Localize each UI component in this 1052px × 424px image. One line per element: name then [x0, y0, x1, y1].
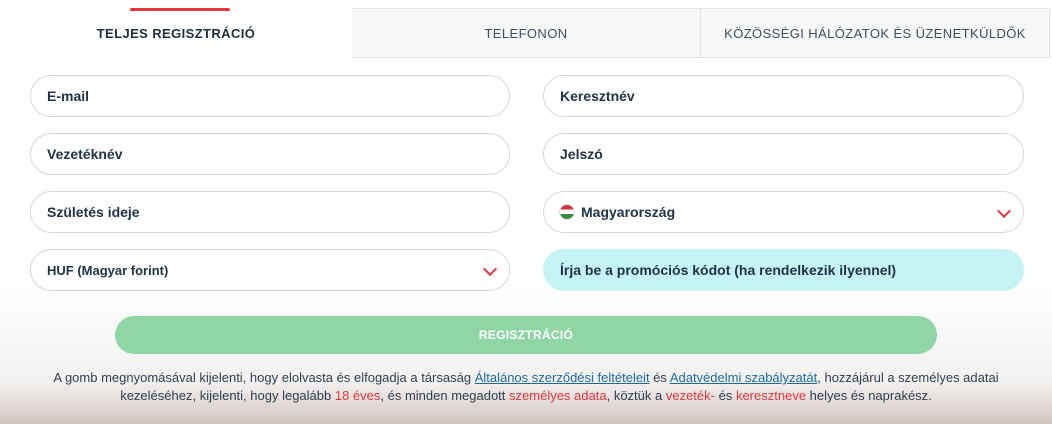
first-name-field[interactable]: Keresztnév: [543, 75, 1024, 117]
privacy-link[interactable]: Adatvédelmi szabályzatát: [670, 370, 817, 385]
registration-tabs: TELJES REGISZTRÁCIÓ TELEFONON KÖZÖSSÉGI …: [0, 8, 1052, 58]
currency-value: HUF (Magyar forint): [47, 262, 169, 278]
tab-full-registration[interactable]: TELJES REGISZTRÁCIÓ: [0, 8, 352, 58]
legal-text: és: [649, 370, 670, 385]
personal-data-highlight: személyes adata: [509, 388, 607, 403]
tab-phone[interactable]: TELEFONON: [352, 8, 701, 58]
chevron-down-icon: [996, 203, 1012, 219]
promo-code-field[interactable]: Írja be a promóciós kódot (ha rendelkezi…: [543, 249, 1024, 291]
birth-date-placeholder: Születés ideje: [47, 204, 140, 220]
terms-link[interactable]: Általános szerződési feltételeit: [475, 370, 650, 385]
tab-label: TELJES REGISZTRÁCIÓ: [96, 25, 256, 41]
password-field[interactable]: Jelszó: [543, 133, 1024, 175]
legal-text: , hozzájárul a személyes adatai: [817, 370, 999, 385]
email-field[interactable]: E-mail: [30, 75, 510, 117]
legal-notice: A gomb megnyomásával kijelenti, hogy elo…: [0, 369, 1052, 405]
hungary-flag-icon: [560, 205, 574, 219]
tab-label: KÖZÖSSÉGI HÁLÓZATOK ÉS ÜZENETKÜLDŐK: [724, 25, 1026, 41]
surname-highlight: vezeték-: [665, 388, 715, 403]
age-requirement: 18 éves: [334, 388, 381, 403]
last-name-field[interactable]: Vezetéknév: [30, 133, 510, 175]
currency-select[interactable]: HUF (Magyar forint): [30, 249, 510, 291]
email-placeholder: E-mail: [47, 88, 90, 104]
birth-date-field[interactable]: Születés ideje: [30, 191, 510, 233]
country-value: Magyarország: [581, 204, 676, 220]
chevron-down-icon: [482, 261, 498, 277]
legal-text: helyes és naprakész.: [806, 388, 932, 403]
legal-text: A gomb megnyomásával kijelenti, hogy elo…: [53, 370, 475, 385]
legal-text: és: [714, 388, 736, 403]
promo-code-placeholder: Írja be a promóciós kódot (ha rendelkezi…: [560, 262, 897, 278]
legal-text: kezeléséhez, kijelenti, hogy legalább: [120, 388, 335, 403]
first-name-placeholder: Keresztnév: [560, 88, 635, 104]
active-tab-indicator: [130, 8, 230, 11]
given-name-highlight: keresztneve: [735, 388, 807, 403]
register-button[interactable]: REGISZTRÁCIÓ: [115, 316, 937, 354]
country-select[interactable]: Magyarország: [543, 191, 1024, 233]
last-name-placeholder: Vezetéknév: [47, 146, 123, 162]
legal-text: , köztük a: [606, 388, 666, 403]
legal-text: , és minden megadott: [380, 388, 510, 403]
tab-social[interactable]: KÖZÖSSÉGI HÁLÓZATOK ÉS ÜZENETKÜLDŐK: [701, 8, 1050, 58]
tab-label: TELEFONON: [484, 25, 568, 41]
password-placeholder: Jelszó: [560, 146, 603, 162]
